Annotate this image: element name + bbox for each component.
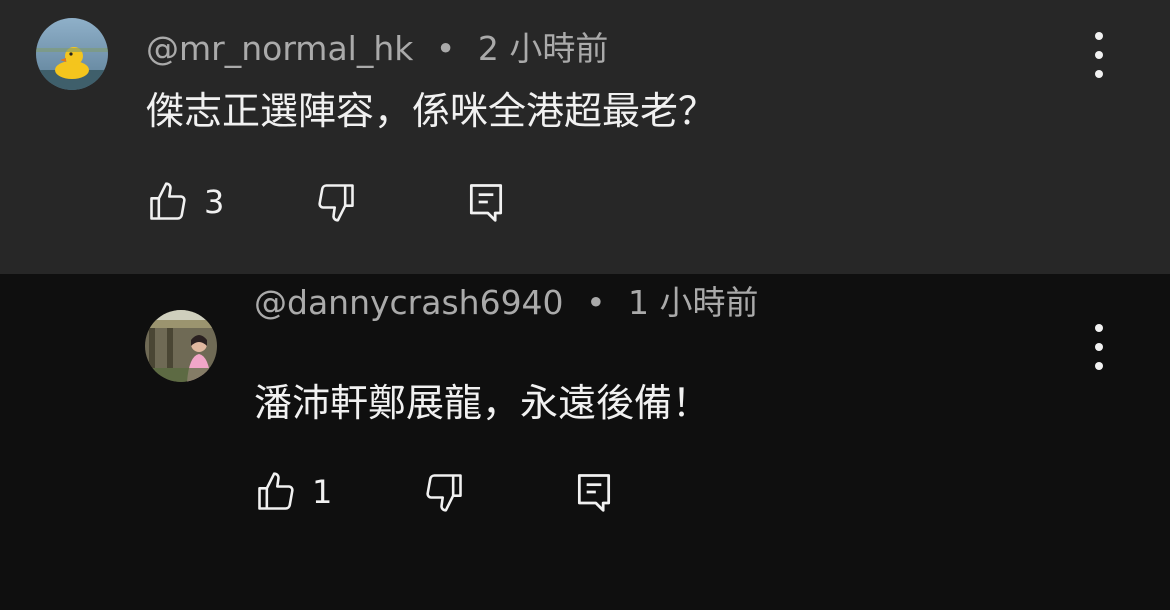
dislike-button[interactable]: [314, 180, 358, 224]
meta-separator: •: [435, 29, 456, 68]
more-vert-icon[interactable]: [1084, 32, 1114, 78]
author-name[interactable]: @mr_normal_hk: [146, 29, 413, 68]
thumb-down-icon: [426, 474, 462, 512]
comment-thread-reply: @dannycrash6940 • 1 小時前 潘沛軒鄭展龍，永遠後備！ 1: [0, 274, 1170, 610]
reply-button[interactable]: [572, 470, 616, 514]
comment-meta: @mr_normal_hk • 2 小時前: [146, 22, 608, 70]
comment-thread-parent: @mr_normal_hk • 2 小時前 傑志正選陣容，係咪全港超最老？ 3: [0, 0, 1170, 274]
comment-text: 潘沛軒鄭展龍，永遠後備！: [254, 381, 711, 425]
reply-button[interactable]: [464, 180, 508, 224]
person-photo-avatar: [145, 310, 217, 382]
meta-separator: •: [586, 283, 606, 322]
comment-text: 傑志正選陣容，係咪全港超最老？: [146, 89, 717, 133]
like-button[interactable]: 3: [146, 180, 224, 224]
thumb-up-icon: [150, 182, 186, 220]
author-name[interactable]: @dannycrash6940: [254, 283, 564, 322]
reply-icon: [469, 184, 503, 222]
comment-timestamp[interactable]: 1 小時前: [628, 283, 759, 322]
thumb-down-icon: [318, 184, 354, 222]
thumb-up-icon: [258, 472, 294, 510]
reply-icon: [577, 474, 611, 512]
like-count: 1: [312, 473, 333, 511]
like-count: 3: [204, 183, 225, 221]
comment-meta: @dannycrash6940 • 1 小時前: [254, 276, 759, 324]
like-button[interactable]: 1: [254, 470, 332, 514]
avatar[interactable]: [145, 310, 217, 382]
avatar[interactable]: [36, 18, 108, 90]
rubber-duck-avatar: [36, 18, 108, 90]
dislike-button[interactable]: [422, 470, 466, 514]
more-vert-icon[interactable]: [1084, 324, 1114, 370]
comment-timestamp[interactable]: 2 小時前: [478, 29, 609, 68]
